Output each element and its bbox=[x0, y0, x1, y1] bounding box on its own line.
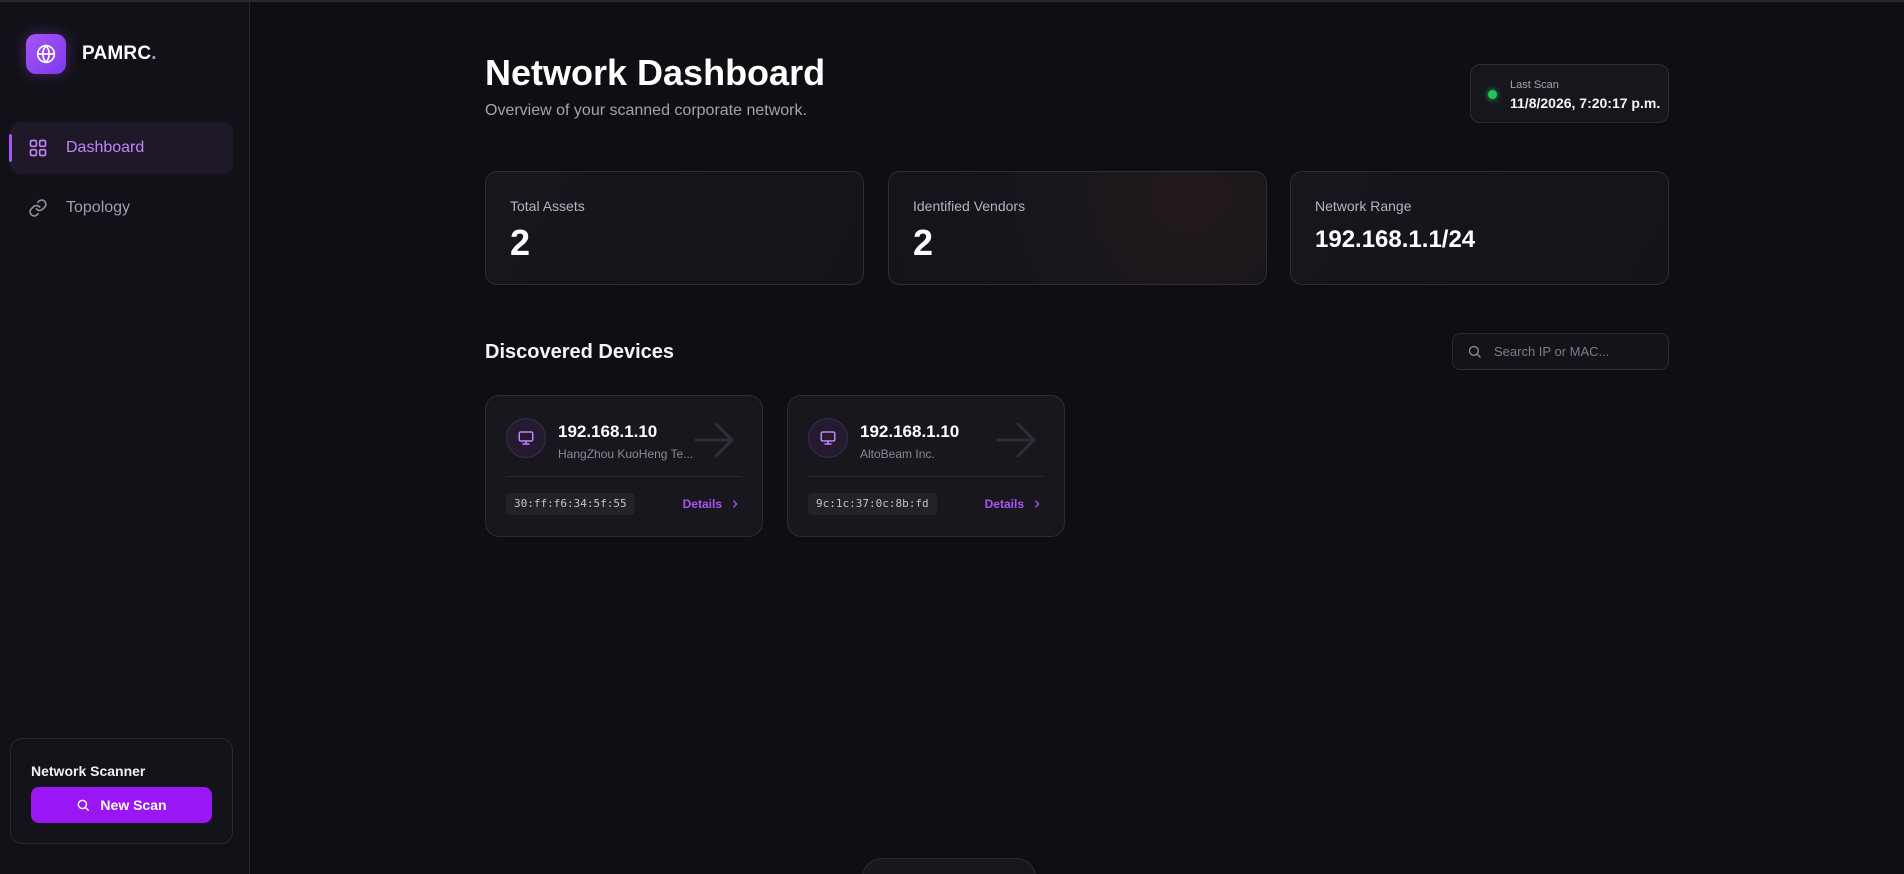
brand[interactable]: PAMRC. bbox=[26, 34, 157, 74]
stat-value: 192.168.1.1/24 bbox=[1315, 226, 1476, 253]
arrow-right-icon bbox=[994, 418, 1038, 467]
stat-label: Identified Vendors bbox=[913, 198, 1026, 214]
sidebar: PAMRC. Dashboard Topology Network Scanne… bbox=[0, 2, 250, 874]
page-title: Network Dashboard bbox=[485, 52, 826, 93]
new-scan-label: New Scan bbox=[100, 797, 167, 813]
device-card[interactable]: 192.168.1.10 HangZhou KuoHeng Te... 30:f… bbox=[485, 395, 763, 537]
device-vendor: HangZhou KuoHeng Te... bbox=[558, 447, 694, 461]
device-ip: 192.168.1.10 bbox=[558, 422, 658, 441]
grid-icon bbox=[28, 138, 48, 158]
stat-label: Network Range bbox=[1315, 198, 1412, 214]
monitor-icon bbox=[808, 418, 848, 458]
details-label: Details bbox=[682, 497, 722, 511]
link-icon bbox=[28, 198, 48, 218]
details-link[interactable]: Details bbox=[683, 497, 740, 511]
globe-icon bbox=[26, 34, 66, 74]
status-dot bbox=[1488, 90, 1497, 99]
scanner-title: Network Scanner bbox=[31, 763, 146, 779]
search-icon bbox=[1467, 344, 1482, 359]
divider bbox=[506, 476, 742, 477]
discovered-devices-title: Discovered Devices bbox=[485, 341, 675, 363]
device-mac: 9c:1c:37:0c:8b:fd bbox=[808, 493, 937, 515]
device-search[interactable] bbox=[1452, 333, 1669, 370]
page-subtitle: Overview of your scanned corporate netwo… bbox=[485, 102, 807, 119]
new-scan-button[interactable]: New Scan bbox=[31, 787, 212, 823]
sidebar-item-topology[interactable]: Topology bbox=[10, 182, 233, 234]
network-scanner-panel: Network Scanner New Scan bbox=[10, 738, 233, 844]
brand-name: PAMRC. bbox=[82, 43, 157, 64]
chevron-right-icon bbox=[1032, 499, 1042, 509]
sidebar-item-label: Topology bbox=[66, 199, 131, 216]
monitor-icon bbox=[506, 418, 546, 458]
sidebar-item-label: Dashboard bbox=[66, 139, 145, 156]
stat-network-range: Network Range 192.168.1.1/24 bbox=[1290, 171, 1669, 285]
stat-value: 2 bbox=[913, 222, 934, 263]
stat-identified-vendors: Identified Vendors 2 bbox=[888, 171, 1267, 285]
dev-toolbar[interactable] bbox=[862, 858, 1036, 874]
arrow-right-icon bbox=[692, 418, 736, 467]
device-mac: 30:ff:f6:34:5f:55 bbox=[506, 493, 635, 515]
device-ip: 192.168.1.10 bbox=[860, 422, 960, 441]
stat-value: 2 bbox=[510, 222, 531, 263]
sidebar-nav: Dashboard Topology bbox=[9, 122, 233, 242]
last-scan-label: Last Scan bbox=[1510, 79, 1559, 91]
details-label: Details bbox=[984, 497, 1024, 511]
device-card[interactable]: 192.168.1.10 AltoBeam Inc. 9c:1c:37:0c:8… bbox=[787, 395, 1065, 537]
chevron-right-icon bbox=[730, 499, 740, 509]
stat-label: Total Assets bbox=[510, 198, 585, 214]
search-input[interactable] bbox=[1494, 344, 1654, 359]
device-vendor: AltoBeam Inc. bbox=[860, 447, 935, 461]
sidebar-item-dashboard[interactable]: Dashboard bbox=[9, 122, 233, 174]
divider bbox=[808, 476, 1044, 477]
last-scan-badge: Last Scan 11/8/2026, 7:20:17 p.m. bbox=[1470, 64, 1669, 123]
search-icon bbox=[76, 798, 90, 812]
details-link[interactable]: Details bbox=[985, 497, 1042, 511]
last-scan-value: 11/8/2026, 7:20:17 p.m. bbox=[1510, 95, 1661, 111]
stat-total-assets: Total Assets 2 bbox=[485, 171, 864, 285]
